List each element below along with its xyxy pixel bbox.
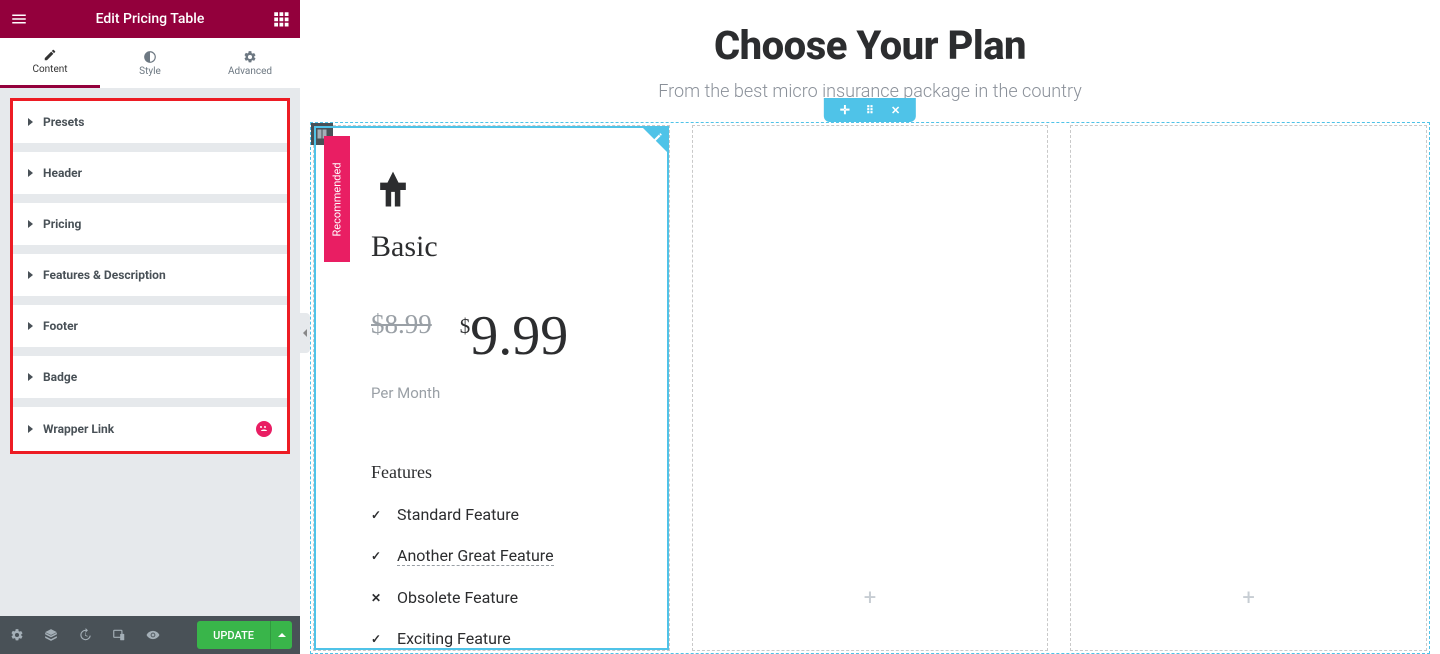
section-label: Presets [43, 115, 84, 129]
content-sections: Presets Header Pricing Features & Descri… [10, 98, 290, 454]
cross-icon: ✕ [371, 591, 383, 605]
section-label: Badge [43, 370, 77, 384]
column-1[interactable]: Recommended Basic $8.99 $ 9.99 Per Month… [313, 125, 670, 651]
section-label: Footer [43, 319, 78, 333]
caret-icon [28, 322, 33, 330]
delete-section-icon[interactable] [891, 104, 900, 117]
caret-icon [28, 373, 33, 381]
tab-content-label: Content [32, 64, 67, 75]
section-toolbar[interactable] [824, 98, 916, 122]
preview-button[interactable] [136, 616, 170, 654]
add-widget-button[interactable]: + [1242, 585, 1254, 610]
price-row: $8.99 $ 9.99 [371, 304, 612, 368]
section-wrapper-link[interactable]: Wrapper Link [13, 406, 287, 451]
update-options-button[interactable] [270, 621, 292, 649]
ribbon-label: Recommended [331, 162, 344, 236]
tab-style-label: Style [139, 66, 161, 77]
column-2[interactable]: + [692, 125, 1049, 651]
feature-text: Exciting Feature [397, 629, 511, 648]
section-label: Features & Description [43, 268, 166, 282]
billing-period: Per Month [371, 384, 612, 402]
settings-button[interactable] [0, 616, 34, 654]
section-label: Header [43, 166, 82, 180]
caret-icon [28, 118, 33, 126]
feature-text: Standard Feature [397, 505, 519, 524]
plan-icon [371, 168, 612, 216]
feature-item: ✓ Exciting Feature [371, 629, 612, 648]
pro-badge-icon [256, 421, 272, 437]
feature-text: Obsolete Feature [397, 588, 518, 607]
feature-item: ✓ Standard Feature [371, 505, 612, 524]
caret-icon [28, 271, 33, 279]
menu-icon[interactable] [10, 10, 28, 28]
section-label: Wrapper Link [43, 422, 114, 436]
gear-icon [243, 50, 257, 64]
section-footer[interactable]: Footer [13, 304, 287, 347]
navigator-button[interactable] [34, 616, 68, 654]
section-features[interactable]: Features & Description [13, 253, 287, 296]
features-list: ✓ Standard Feature ✓ Another Great Feature ✕… [371, 505, 612, 648]
sidebar-header: Edit Pricing Table [0, 0, 300, 38]
section-presets[interactable]: Presets [13, 101, 287, 143]
tab-content[interactable]: Content [0, 38, 100, 88]
caret-icon [28, 220, 33, 228]
section-badge[interactable]: Badge [13, 355, 287, 398]
add-widget-button[interactable]: + [864, 585, 876, 610]
caret-icon [28, 425, 33, 433]
check-icon: ✓ [371, 632, 383, 646]
editor-sidebar: Edit Pricing Table Content Style Advance… [0, 0, 300, 654]
section-columns: Recommended Basic $8.99 $ 9.99 Per Month… [310, 122, 1430, 654]
sidebar-title: Edit Pricing Table [96, 11, 205, 27]
pricing-table-widget[interactable]: Recommended Basic $8.99 $ 9.99 Per Month… [314, 126, 669, 650]
editor-canvas: Choose Your Plan From the best micro ins… [300, 0, 1440, 654]
section-pricing[interactable]: Pricing [13, 202, 287, 245]
plan-title: Basic [371, 230, 612, 264]
responsive-button[interactable] [102, 616, 136, 654]
caret-icon [28, 169, 33, 177]
section-header[interactable]: Header [13, 151, 287, 194]
history-button[interactable] [68, 616, 102, 654]
recommended-ribbon: Recommended [324, 136, 350, 262]
section-label: Pricing [43, 217, 81, 231]
feature-item: ✕ Obsolete Feature [371, 588, 612, 607]
tab-advanced[interactable]: Advanced [200, 38, 300, 88]
check-icon: ✓ [371, 508, 383, 522]
update-button[interactable]: UPDATE [197, 621, 270, 649]
tab-style[interactable]: Style [100, 38, 200, 88]
feature-text: Another Great Feature [397, 546, 554, 566]
column-3[interactable]: + [1070, 125, 1427, 651]
page-title: Choose Your Plan [300, 22, 1440, 69]
sidebar-footer: UPDATE [0, 616, 300, 654]
currency-symbol: $ [460, 314, 471, 339]
contrast-icon [143, 50, 157, 64]
collapse-sidebar-button[interactable] [300, 313, 310, 353]
tab-advanced-label: Advanced [228, 66, 272, 77]
features-heading: Features [371, 462, 612, 483]
check-icon: ✓ [371, 549, 383, 563]
editor-tabs: Content Style Advanced [0, 38, 300, 88]
edit-widget-button[interactable] [643, 128, 667, 152]
add-section-icon[interactable] [840, 103, 850, 117]
pencil-icon [43, 48, 57, 62]
feature-item: ✓ Another Great Feature [371, 546, 612, 566]
old-price: $8.99 [371, 309, 432, 340]
price-value: 9.99 [470, 304, 568, 368]
current-price: $ 9.99 [460, 304, 569, 368]
edit-section-icon[interactable] [866, 104, 875, 117]
apps-icon[interactable] [272, 10, 290, 28]
